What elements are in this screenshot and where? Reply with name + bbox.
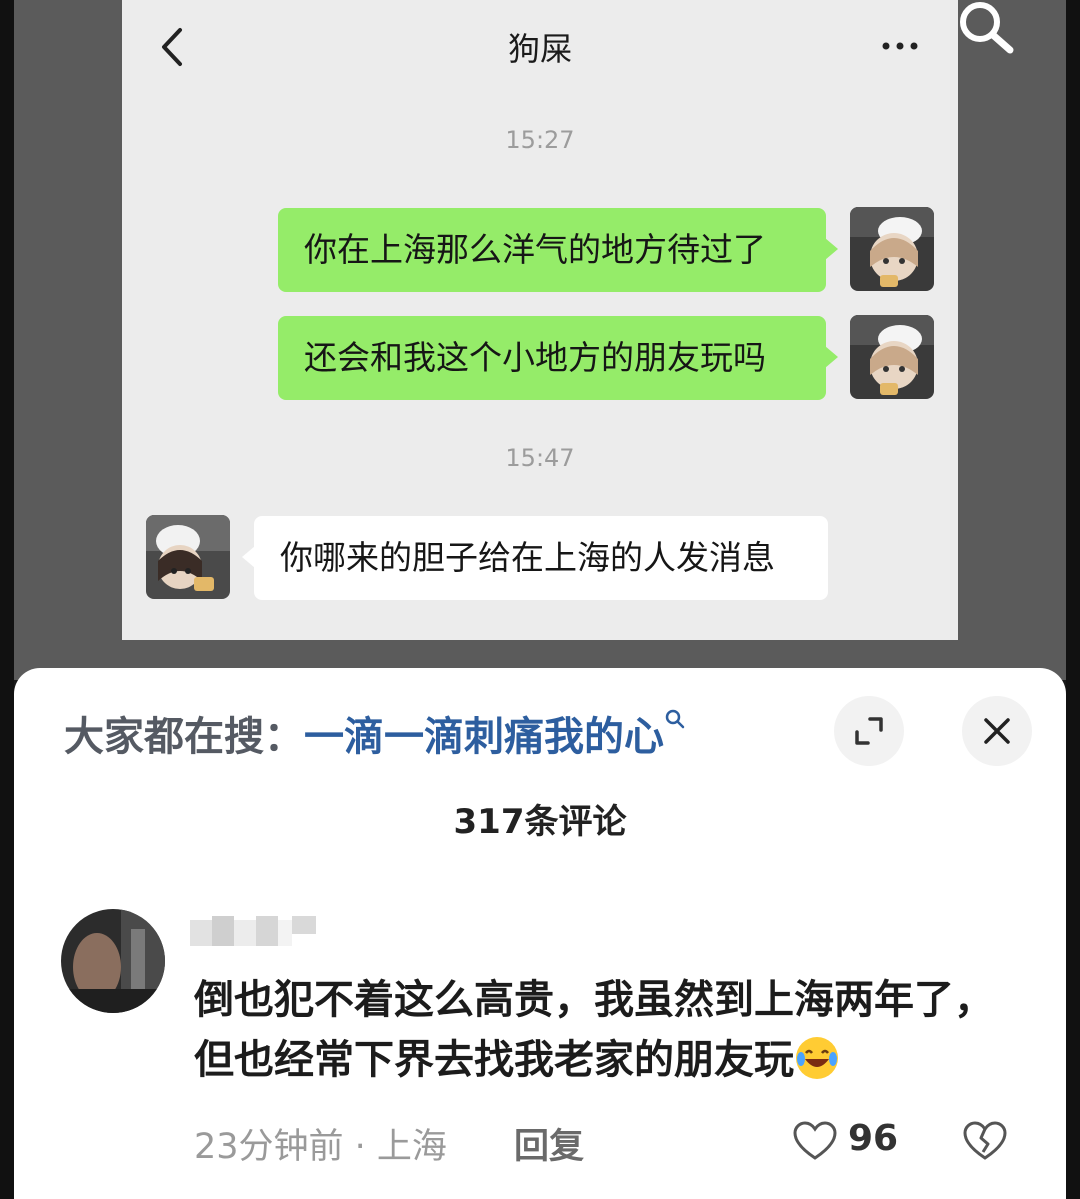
chat-header: 狗屎	[122, 0, 958, 95]
reply-button[interactable]: 回复	[514, 1118, 584, 1169]
left-frame	[0, 0, 14, 1199]
comment-time-location: 23分钟前 · 上海	[194, 1127, 447, 1167]
search-icon[interactable]	[950, 0, 1020, 60]
laugh-cry-emoji	[796, 1037, 838, 1079]
trending-search-term[interactable]: 一滴一滴刺痛我的心	[304, 714, 664, 760]
comment-line: 倒也犯不着这么高贵，我虽然到上海两年了，	[194, 977, 994, 1023]
avatar	[146, 515, 230, 599]
search-small-icon	[665, 709, 685, 729]
chat-title: 狗屎	[507, 30, 572, 68]
comment-count: 317条评论	[453, 802, 627, 842]
username-blurred	[190, 916, 316, 946]
message-bubble-received[interactable]: 你哪来的胆子给在上海的人发消息	[242, 516, 828, 600]
like-count: 96	[848, 1118, 899, 1159]
dislike-icon[interactable]	[962, 1120, 1008, 1162]
comment-line: 但也经常下界去找我老家的朋友玩	[194, 1037, 794, 1083]
chat-screenshot: 狗屎 15:27 你在上海那么洋气的地方待过了 还会和我这个小地方的朋友玩吗 1…	[122, 0, 958, 640]
timestamp: 15:27	[505, 126, 575, 154]
timestamp: 15:47	[505, 444, 575, 472]
avatar	[850, 207, 934, 291]
close-icon	[984, 718, 1010, 744]
close-button[interactable]	[962, 696, 1032, 766]
heart-icon[interactable]	[792, 1120, 838, 1162]
trending-search[interactable]: 大家都在搜：一滴一滴刺痛我的心	[64, 704, 686, 762]
right-frame	[1066, 0, 1080, 1199]
commenter-avatar[interactable]	[61, 909, 165, 1013]
comment-sheet: 大家都在搜：一滴一滴刺痛我的心 317条评论 倒也犯不着这么高贵，我虽然到上海两…	[14, 668, 1066, 1199]
message-bubble-sent[interactable]: 还会和我这个小地方的朋友玩吗	[278, 316, 838, 400]
more-icon[interactable]	[876, 34, 926, 58]
avatar	[850, 315, 934, 399]
message-bubble-sent[interactable]: 你在上海那么洋气的地方待过了	[278, 208, 838, 292]
comment-line-2: 但也经常下界去找我老家的朋友玩	[194, 1030, 1034, 1090]
expand-button[interactable]	[834, 696, 904, 766]
trending-search-label: 大家都在搜：	[64, 714, 304, 760]
comment-text: 倒也犯不着这么高贵，我虽然到上海两年了， 但也经常下界去找我老家的朋友玩	[194, 970, 1034, 1090]
expand-icon	[855, 717, 883, 745]
